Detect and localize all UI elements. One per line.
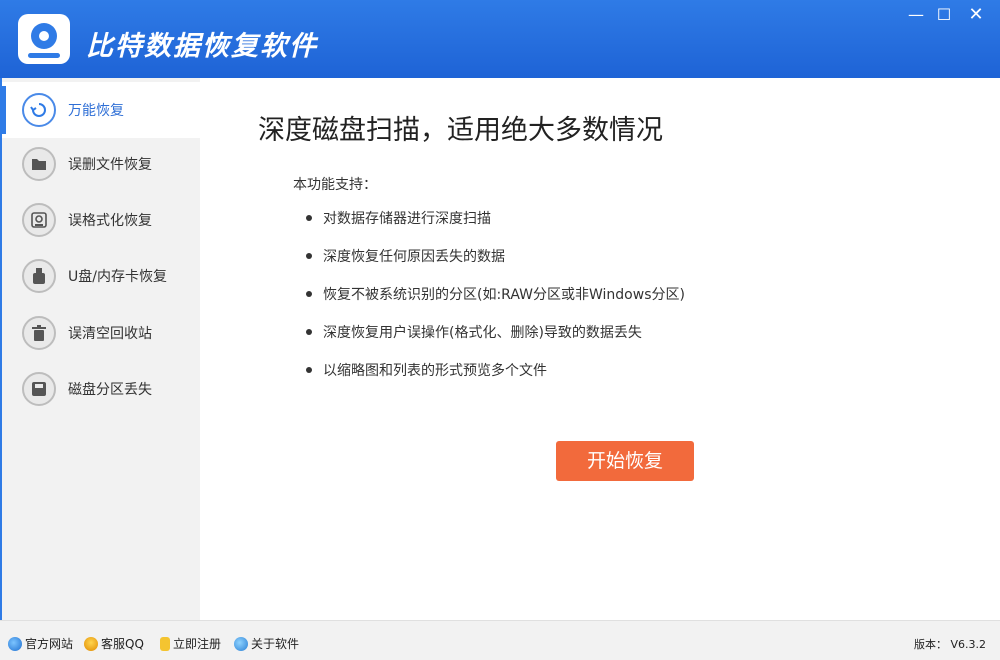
sidebar-item-format-recovery[interactable]: 误格式化恢复: [2, 192, 200, 248]
sidebar: 万能恢复 误删文件恢复 误格式化恢复 U盘/内存卡恢复 误清空回收站 磁盘分区丢…: [0, 78, 200, 620]
version-label: 版本： V6.3.2: [914, 638, 987, 651]
status-bar: 官方网站 客服QQ 立即注册 关于软件 版本： V6.3.2: [0, 620, 1000, 660]
sidebar-item-recycle-bin[interactable]: 误清空回收站: [2, 305, 200, 361]
app-title: 比特数据恢复软件: [86, 31, 318, 62]
minimize-button[interactable]: —: [902, 4, 930, 26]
qq-icon: [84, 636, 98, 651]
app-logo-icon: [18, 14, 70, 64]
partition-icon: [22, 372, 56, 406]
info-icon: [234, 636, 248, 651]
sidebar-item-label: 误格式化恢复: [68, 213, 152, 229]
sidebar-item-usb-recovery[interactable]: U盘/内存卡恢复: [2, 248, 200, 304]
logo-bar: [28, 53, 60, 58]
close-button[interactable]: ✕: [962, 4, 990, 26]
main-panel: 深度磁盘扫描，适用绝大多数情况 本功能支持： 对数据存储器进行深度扫描 深度恢复…: [200, 78, 1000, 620]
footer-link-label: 客服QQ: [101, 637, 144, 651]
folder-icon: [22, 147, 56, 181]
sidebar-item-deleted-files[interactable]: 误删文件恢复: [2, 136, 200, 192]
usb-icon: [22, 259, 56, 293]
trash-icon: [22, 316, 56, 350]
title-bar: 比特数据恢复软件 — ☐ ✕: [0, 0, 1000, 78]
list-item: 深度恢复任何原因丢失的数据: [306, 246, 685, 284]
footer-link-label: 关于软件: [251, 637, 300, 651]
customer-service-qq-link[interactable]: 客服QQ: [84, 635, 144, 652]
footer-link-label: 官方网站: [25, 637, 74, 651]
list-item: 深度恢复用户误操作(格式化、删除)导致的数据丢失: [306, 322, 685, 360]
sidebar-item-label: 万能恢复: [68, 103, 124, 119]
format-disk-icon: [22, 203, 56, 237]
list-item: 恢复不被系统识别的分区(如:RAW分区或非Windows分区): [306, 284, 685, 322]
register-link[interactable]: 立即注册: [160, 635, 221, 652]
footer-link-label: 立即注册: [173, 637, 222, 651]
official-website-link[interactable]: 官方网站: [8, 635, 73, 652]
sidebar-item-label: 误删文件恢复: [68, 157, 152, 173]
page-title: 深度磁盘扫描，适用绝大多数情况: [258, 115, 663, 146]
about-software-link[interactable]: 关于软件: [234, 635, 299, 652]
logo-disk: [31, 23, 57, 49]
sidebar-item-label: 磁盘分区丢失: [68, 382, 152, 398]
sidebar-item-label: 误清空回收站: [68, 326, 152, 342]
ie-icon: [8, 636, 22, 651]
list-item: 以缩略图和列表的形式预览多个文件: [306, 360, 685, 398]
key-icon: [160, 636, 170, 651]
start-recovery-button[interactable]: 开始恢复: [556, 441, 694, 481]
sidebar-item-universal-recovery[interactable]: 万能恢复: [2, 82, 200, 138]
sidebar-item-label: U盘/内存卡恢复: [68, 269, 167, 285]
feature-list: 对数据存储器进行深度扫描 深度恢复任何原因丢失的数据 恢复不被系统识别的分区(如…: [306, 208, 685, 398]
sidebar-item-partition-loss[interactable]: 磁盘分区丢失: [2, 361, 200, 417]
list-item: 对数据存储器进行深度扫描: [306, 208, 685, 246]
maximize-button[interactable]: ☐: [930, 4, 958, 26]
support-title: 本功能支持：: [293, 177, 377, 193]
refresh-icon: [22, 93, 56, 127]
